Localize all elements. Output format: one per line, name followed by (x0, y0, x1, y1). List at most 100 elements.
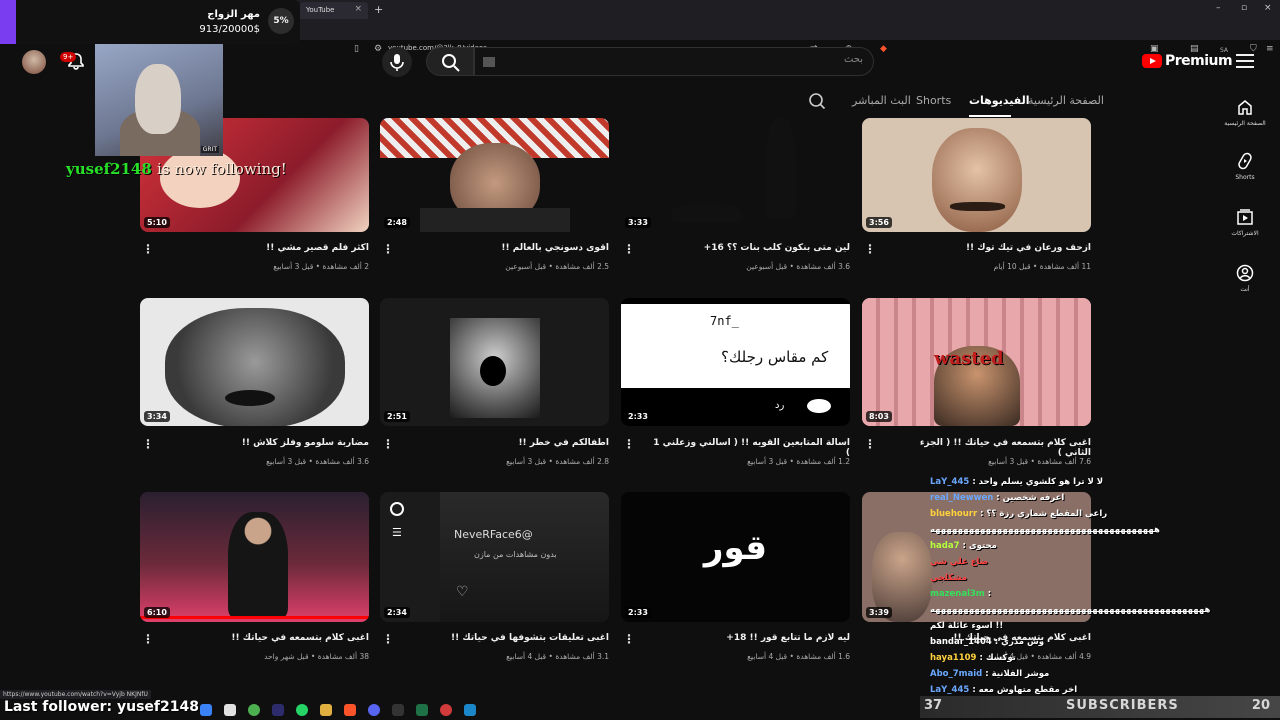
chat-username: bluehourr (930, 509, 978, 519)
video-title[interactable]: اسالة المتابعين القويه !! ( اسالني وزعلن… (650, 438, 850, 458)
sidebar-item-you[interactable]: أنت (1220, 264, 1270, 293)
tab-shorts[interactable]: Shorts (916, 94, 951, 107)
keyboard-icon[interactable] (483, 57, 495, 67)
video-thumbnail[interactable]: 3:33 (621, 118, 850, 232)
video-thumbnail[interactable]: wasted 8:03 (862, 298, 1091, 426)
excel-icon[interactable] (416, 704, 428, 716)
premiere-icon[interactable] (272, 704, 284, 716)
tab-home[interactable]: الصفحة الرئيسية (1028, 94, 1104, 107)
more-options-icon[interactable]: ⋮ (382, 242, 394, 256)
donation-title: مهر الزواج (207, 9, 260, 20)
video-title[interactable]: ازحف ورعان في تيك توك !! (891, 243, 1091, 253)
chat-message: bandar_1404: وش مدري (930, 637, 1044, 647)
watch-later-icon[interactable] (390, 502, 404, 516)
brave-icon[interactable] (344, 704, 356, 716)
sidebar-item-subscriptions[interactable]: الاشتراكات (1220, 208, 1270, 237)
video-title[interactable]: اغبى كلام بتسمعه في حياتك !! (169, 633, 369, 643)
notification-badge: 9+ (60, 52, 77, 62)
video-thumbnail[interactable]: 2:51 (380, 298, 609, 426)
more-options-icon[interactable]: ⋮ (864, 242, 876, 256)
close-tab-icon[interactable]: × (354, 4, 362, 14)
sidebar-item-home[interactable]: الصفحة الرئيسية (1220, 98, 1270, 127)
video-thumbnail[interactable]: NeveRFace6@ بدون مشاهدات من مازن ☰ ♡ 2:3… (380, 492, 609, 622)
folder-icon[interactable] (320, 704, 332, 716)
taskbar-app-icon[interactable] (224, 704, 236, 716)
video-title[interactable]: اقوى دسونجي بالعالم !! (409, 243, 609, 253)
thumb-reply: رد (775, 400, 785, 411)
more-options-icon[interactable]: ⋮ (864, 437, 876, 451)
channel-search-icon[interactable] (808, 92, 826, 110)
chrome-icon[interactable] (248, 704, 260, 716)
video-thumbnail[interactable]: 3:34 (140, 298, 369, 426)
shorts-icon (1238, 152, 1252, 170)
donation-amount: 913/20000$ (199, 24, 260, 35)
chat-username: real_Newwen (930, 493, 994, 503)
more-options-icon[interactable]: ⋮ (382, 632, 394, 646)
video-title[interactable]: ليه لازم ما تتابع قور !! 18+ (650, 633, 850, 643)
donation-percent: 5% (268, 8, 294, 34)
status-bar-url: https://www.youtube.com/watch?v=Vyjb NKJ… (0, 690, 151, 699)
account-icon (1236, 264, 1254, 282)
video-title[interactable]: اغبى كلام بتسمعه في حياتك !! ( الجزء الث… (891, 438, 1091, 458)
more-options-icon[interactable]: ⋮ (142, 437, 154, 451)
minimize-icon[interactable]: – (1216, 3, 1221, 13)
close-window-icon[interactable]: × (1264, 3, 1272, 13)
search-icon (442, 54, 460, 72)
avatar[interactable] (22, 50, 46, 74)
home-icon (1238, 100, 1252, 115)
video-thumbnail[interactable]: قور 2:33 (621, 492, 850, 622)
youtube-logo[interactable]: Premium SA (1140, 47, 1233, 72)
maximize-icon[interactable]: ▫ (1241, 3, 1247, 13)
video-title[interactable]: لين متى بنكون كلب بنات ؟؟ 16+ (650, 243, 850, 253)
chat-username: hada7 (930, 541, 960, 551)
video-thumbnail[interactable]: 2:48 (380, 118, 609, 232)
video-thumbnail[interactable]: 3:56 (862, 118, 1091, 232)
video-title[interactable]: اكثر فلم قصير مشي !! (169, 243, 369, 253)
chat-username: LaY_445 (930, 477, 970, 487)
video-title[interactable]: اطفالكم في خطر !! (409, 438, 609, 448)
thumb-big-word: قور (703, 528, 768, 568)
discord-icon[interactable] (368, 704, 380, 716)
taskbar-app-icon[interactable] (200, 704, 212, 716)
steam-icon[interactable] (464, 704, 476, 716)
video-meta: 1.6 ألف مشاهدة • قبل 4 أسابيع (747, 652, 850, 661)
more-options-icon[interactable]: ⋮ (382, 437, 394, 451)
add-to-queue-icon[interactable]: ☰ (392, 526, 402, 539)
more-options-icon[interactable]: ⋮ (142, 242, 154, 256)
chat-text: ضاع علي شي (930, 557, 988, 567)
hamburger-menu-icon[interactable] (1236, 54, 1254, 68)
more-options-icon[interactable]: ⋮ (623, 437, 635, 451)
more-options-icon[interactable]: ⋮ (623, 632, 635, 646)
bookmark-icon[interactable]: ▯ (354, 44, 359, 54)
more-options-icon[interactable]: ⋮ (142, 632, 154, 646)
tab-live[interactable]: البث المباشر (852, 94, 911, 107)
video-title[interactable]: اغبى تعليقات بتشوفها في حياتك !! (409, 633, 609, 643)
search-input[interactable]: بحث (474, 47, 874, 76)
video-title[interactable]: مضاربة سلومو وفلز كلاش !! (169, 438, 369, 448)
more-options-icon[interactable]: ⋮ (623, 242, 635, 256)
sidebar-label-home: الصفحة الرئيسية (1224, 120, 1266, 127)
search-button[interactable] (426, 47, 474, 76)
whatsapp-icon[interactable] (296, 704, 308, 716)
browser-menu-icon[interactable]: ≡ (1266, 44, 1274, 54)
video-meta: 2.5 ألف مشاهدة • قبل أسبوعين (505, 262, 609, 271)
chat-message: LaY_445: لا لا ترا هو كلشوي يسلم واحد (930, 477, 1104, 487)
sidebar-item-shorts[interactable]: Shorts (1220, 152, 1270, 181)
chat-text: موشر الفلانية (991, 669, 1050, 679)
chat-message: real_Newwen: اعرفه شخصين (930, 493, 1065, 503)
taskbar-app-icon[interactable] (440, 704, 452, 716)
chat-text: هههههههههههههههههههههههههههههههههههههههه… (930, 525, 1160, 535)
video-thumbnail[interactable]: 7nf_ كم مقاس رجلك؟ رد 2:33 (621, 298, 850, 426)
chat-username: LaY_445 (930, 685, 970, 695)
obs-icon[interactable] (392, 704, 404, 716)
chat-text: محتوى (968, 541, 997, 551)
site-settings-icon[interactable]: ⚙ (374, 44, 382, 54)
tab-videos[interactable]: الفيديوهات (969, 94, 1030, 107)
voice-search-button[interactable] (382, 47, 412, 77)
new-tab-icon[interactable]: + (374, 3, 383, 16)
video-thumbnail[interactable]: 6:10 (140, 492, 369, 622)
browser-tab[interactable]: YouTube × (300, 2, 368, 19)
brave-shield-icon[interactable]: ◆ (880, 44, 887, 54)
vpn-icon[interactable]: ⛉ (1250, 44, 1257, 54)
subscriber-label: SUBSCRIBERS (1066, 698, 1179, 713)
